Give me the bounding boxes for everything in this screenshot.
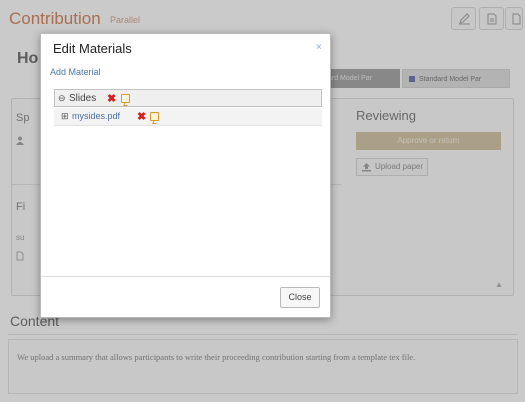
edit-icon[interactable] xyxy=(121,94,130,103)
delete-icon[interactable]: ✖ xyxy=(137,110,146,123)
tree-folder-row[interactable]: ⊖ Slides ✖ xyxy=(54,89,322,107)
edit-materials-dialog: Edit Materials × Add Material ⊖ Slides ✖… xyxy=(40,33,331,318)
dialog-footer-divider xyxy=(41,276,330,277)
folder-label: Slides xyxy=(69,93,97,104)
materials-tree: ⊖ Slides ✖ ⊞ mysides.pdf ✖ xyxy=(54,89,322,127)
delete-icon[interactable]: ✖ xyxy=(107,92,116,105)
add-material-link[interactable]: Add Material xyxy=(50,67,101,77)
edit-icon[interactable] xyxy=(150,112,159,121)
expand-icon[interactable]: ⊞ xyxy=(61,111,69,122)
collapse-icon[interactable]: ⊖ xyxy=(58,93,66,104)
dialog-title: Edit Materials xyxy=(53,41,132,56)
close-icon[interactable]: × xyxy=(316,42,322,53)
file-link[interactable]: mysides.pdf xyxy=(72,111,120,121)
close-button[interactable]: Close xyxy=(280,287,320,308)
tree-file-row[interactable]: ⊞ mysides.pdf ✖ xyxy=(54,108,322,126)
